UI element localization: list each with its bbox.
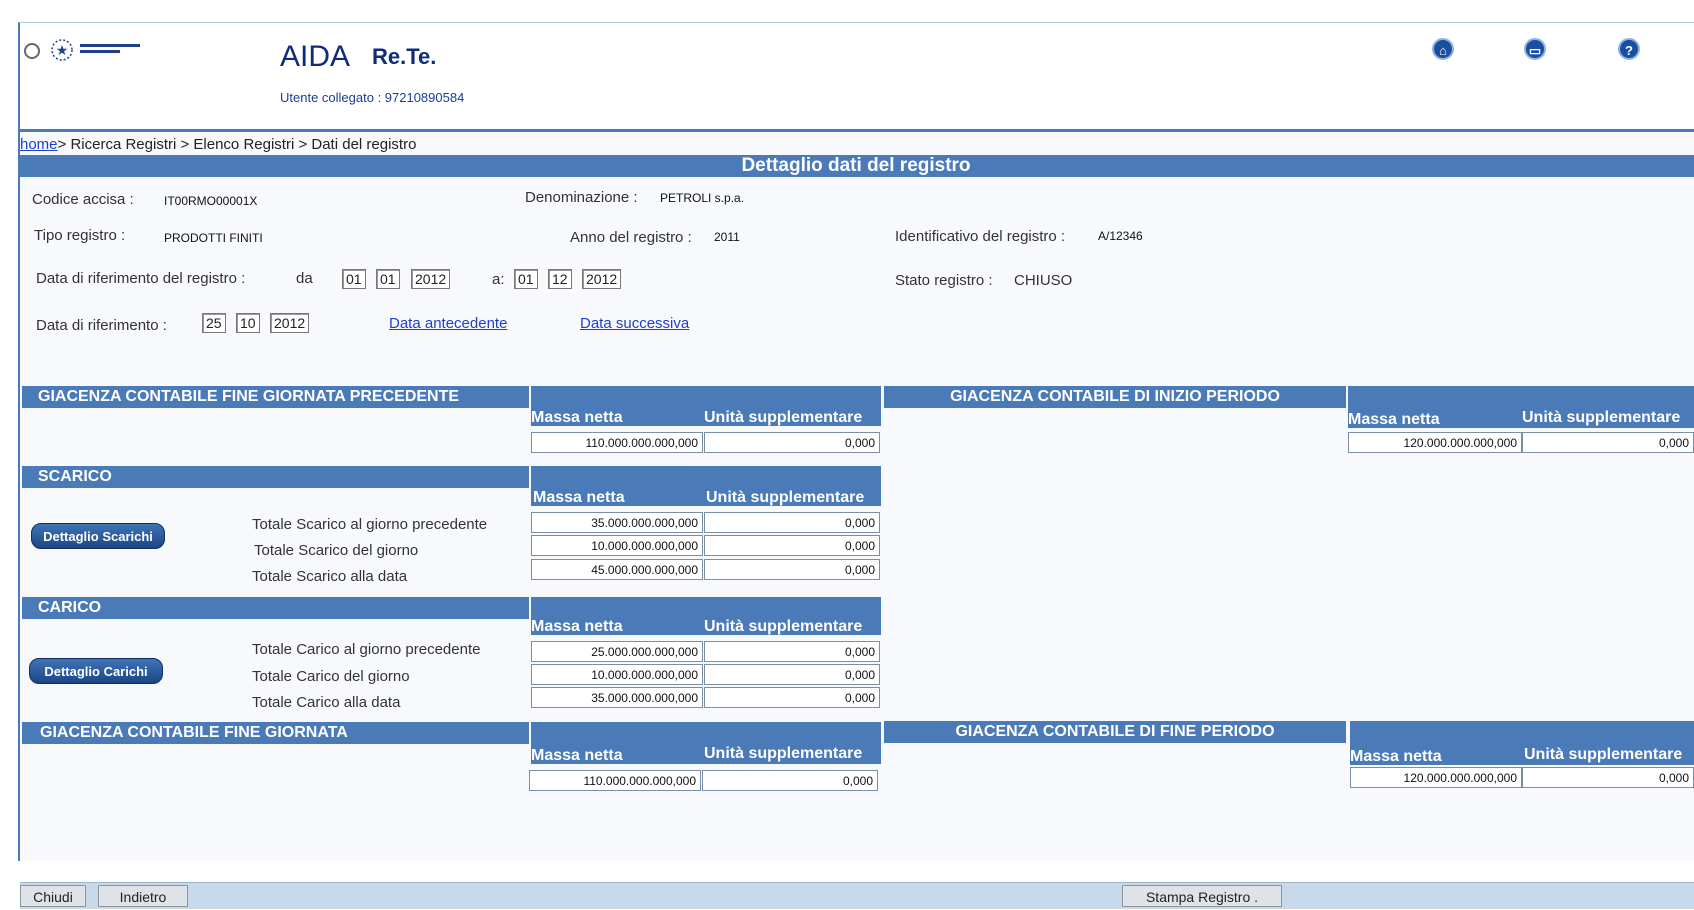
- tipo-registro-label: Tipo registro :: [34, 227, 126, 244]
- breadcrumb-trail: > Ricerca Registri > Elenco Registri > D…: [57, 136, 417, 153]
- from-year-field[interactable]: 2012: [411, 269, 451, 289]
- page-title: Dettaglio dati del registro: [18, 155, 1694, 177]
- giacenza-precedente-col-header: Massa netta Unità supplementare: [531, 386, 881, 426]
- col-unita: Unità supplementare: [704, 409, 863, 426]
- scarico-massa-cell: 10.000.000.000,000: [531, 535, 703, 556]
- carico-row-label: Totale Carico al giorno precedente: [252, 641, 481, 658]
- dettaglio-scarichi-button[interactable]: Dettaglio Scarichi: [31, 523, 165, 549]
- giacenza-precedente-massa: 110.000.000.000,000: [531, 432, 703, 453]
- a-label: a:: [492, 271, 505, 288]
- col-massa: Massa netta: [1348, 411, 1440, 428]
- col-unita: Unità supplementare: [704, 745, 863, 762]
- to-year-field[interactable]: 2012: [582, 269, 622, 289]
- giacenza-fine-periodo-header: GIACENZA CONTABILE DI FINE PERIODO: [884, 721, 1346, 743]
- carico-header: CARICO: [22, 597, 529, 619]
- carico-unita-cell: 0,000: [704, 687, 880, 708]
- giacenza-inizio-massa: 120.000.000.000,000: [1348, 432, 1522, 453]
- giacenza-fine-periodo-col-header: Massa netta Unità supplementare: [1350, 721, 1694, 765]
- rif-month-field[interactable]: 10: [236, 313, 260, 333]
- scarico-header: SCARICO: [22, 466, 529, 488]
- codice-accisa-label: Codice accisa :: [32, 191, 134, 208]
- help-icon[interactable]: ?: [1618, 38, 1640, 60]
- scarico-col-header: Massa netta Unità supplementare: [531, 466, 881, 506]
- data-antecedente-link[interactable]: Data antecedente: [389, 315, 507, 332]
- identificativo-label: Identificativo del registro :: [895, 228, 1066, 245]
- rif-day-field[interactable]: 25: [202, 313, 226, 333]
- col-massa: Massa netta: [533, 489, 625, 506]
- app-title: AIDA: [280, 40, 351, 73]
- scarico-row-label: Totale Scarico del giorno: [254, 542, 419, 559]
- from-month-field[interactable]: 01: [376, 269, 400, 289]
- giacenza-precedente-unita: 0,000: [704, 432, 880, 453]
- scarico-row-label: Totale Scarico alla data: [252, 568, 408, 585]
- connected-user: Utente collegato : 97210890584: [280, 90, 465, 105]
- giacenza-inizio-col-header: Massa netta Unità supplementare: [1348, 386, 1694, 428]
- anno-registro-value: 2011: [714, 230, 740, 244]
- scarico-unita-cell: 0,000: [704, 512, 880, 533]
- scarico-row-label: Totale Scarico al giorno precedente: [252, 516, 488, 533]
- carico-massa-cell: 25.000.000.000,000: [531, 641, 703, 662]
- breadcrumb: home> Ricerca Registri > Elenco Registri…: [20, 136, 416, 153]
- giacenza-inizio-header: GIACENZA CONTABILE DI INIZIO PERIODO: [884, 386, 1346, 408]
- print-icon[interactable]: ▭: [1524, 38, 1546, 60]
- stampa-registro-button[interactable]: Stampa Registro .: [1122, 885, 1282, 907]
- data-rif-registro-label: Data di riferimento del registro :: [36, 270, 246, 287]
- giacenza-fine-massa: 110.000.000.000,000: [529, 770, 701, 791]
- carico-unita-cell: 0,000: [704, 641, 880, 662]
- chiudi-button[interactable]: Chiudi: [20, 885, 86, 907]
- codice-accisa-value: IT00RMO00001X: [164, 194, 258, 208]
- carico-col-header: Massa netta Unità supplementare: [531, 597, 881, 635]
- data-successiva-link[interactable]: Data successiva: [580, 315, 689, 332]
- col-massa: Massa netta: [1350, 748, 1442, 765]
- col-unita: Unità supplementare: [1522, 409, 1681, 426]
- identificativo-value: A/12346: [1098, 229, 1143, 243]
- scarico-unita-cell: 0,000: [704, 559, 880, 580]
- giacenza-fine-periodo-massa: 120.000.000.000,000: [1350, 767, 1522, 788]
- to-day-field[interactable]: 01: [514, 269, 538, 289]
- denominazione-label: Denominazione :: [525, 189, 638, 206]
- indietro-button[interactable]: Indietro: [98, 885, 188, 907]
- agency-logo: ★: [22, 36, 162, 66]
- col-massa: Massa netta: [531, 618, 623, 635]
- data-rif-label: Data di riferimento :: [36, 317, 167, 334]
- col-unita: Unità supplementare: [1524, 746, 1683, 763]
- col-unita: Unità supplementare: [706, 489, 865, 506]
- rif-year-field[interactable]: 2012: [270, 313, 310, 333]
- giacenza-inizio-unita: 0,000: [1522, 432, 1694, 453]
- dettaglio-carichi-button[interactable]: Dettaglio Carichi: [29, 658, 163, 684]
- svg-text:★: ★: [56, 42, 69, 58]
- stato-registro-value: CHIUSO: [1014, 272, 1073, 289]
- col-massa: Massa netta: [531, 747, 623, 764]
- scarico-massa-cell: 35.000.000.000,000: [531, 512, 703, 533]
- giacenza-precedente-header: GIACENZA CONTABILE FINE GIORNATA PRECEDE…: [22, 386, 529, 408]
- carico-row-label: Totale Carico alla data: [252, 694, 401, 711]
- scarico-massa-cell: 45.000.000.000,000: [531, 559, 703, 580]
- giacenza-fine-periodo-unita: 0,000: [1522, 767, 1694, 788]
- carico-massa-cell: 10.000.000.000,000: [531, 664, 703, 685]
- carico-unita-cell: 0,000: [704, 664, 880, 685]
- home-icon[interactable]: ⌂: [1432, 38, 1454, 60]
- footer-bar: [20, 882, 1694, 909]
- carico-massa-cell: 35.000.000.000,000: [531, 687, 703, 708]
- scarico-unita-cell: 0,000: [704, 535, 880, 556]
- from-day-field[interactable]: 01: [342, 269, 366, 289]
- to-month-field[interactable]: 12: [548, 269, 572, 289]
- breadcrumb-home-link[interactable]: home: [20, 136, 58, 153]
- giacenza-fine-unita: 0,000: [702, 770, 878, 791]
- da-label: da: [296, 270, 313, 287]
- col-massa: Massa netta: [531, 409, 623, 426]
- giacenza-fine-header: GIACENZA CONTABILE FINE GIORNATA: [22, 722, 529, 744]
- denominazione-value: PETROLI s.p.a.: [660, 191, 745, 205]
- stato-registro-label: Stato registro :: [895, 272, 993, 289]
- giacenza-fine-col-header: Massa netta Unità supplementare: [531, 722, 881, 764]
- app-subtitle: Re.Te.: [372, 44, 437, 69]
- carico-row-label: Totale Carico del giorno: [252, 668, 410, 685]
- anno-registro-label: Anno del registro :: [570, 229, 692, 246]
- col-unita: Unità supplementare: [704, 618, 863, 635]
- tipo-registro-value: PRODOTTI FINITI: [164, 231, 263, 245]
